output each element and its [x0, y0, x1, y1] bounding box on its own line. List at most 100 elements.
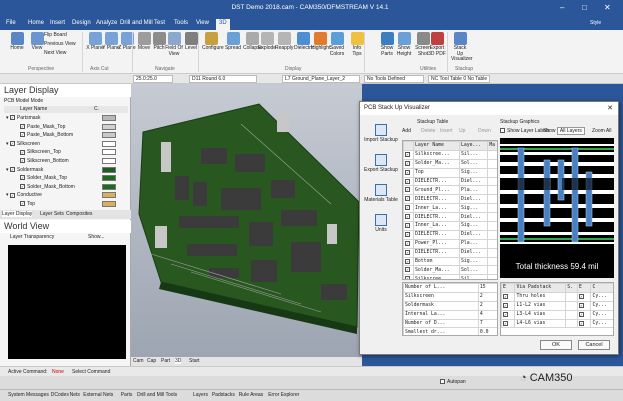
layer-color-swatch[interactable]: [102, 140, 116, 147]
layer-visibility-checkbox[interactable]: ✓: [9, 115, 15, 121]
show-label[interactable]: Show...: [88, 234, 104, 240]
layer-color-swatch[interactable]: [102, 183, 116, 190]
layer-color-swatch[interactable]: [102, 132, 116, 139]
row-checkbox-cell[interactable]: ✓: [403, 247, 414, 258]
tab-layer-display[interactable]: Layer Display: [2, 211, 33, 217]
maximize-icon[interactable]: □: [582, 3, 587, 12]
tab-layer-sets[interactable]: Layer Sets: [40, 211, 64, 217]
down-layer-button[interactable]: Down: [478, 128, 491, 134]
layer-row[interactable]: ✓ Solder_Mask_Top: [4, 174, 128, 182]
import-stackup-button[interactable]: Import Stackup: [364, 124, 398, 144]
menu-design[interactable]: Design: [72, 20, 91, 26]
via-row[interactable]: ✓ L1-L2 vias ✓ Cy...: [501, 300, 613, 311]
menu-home[interactable]: Home: [28, 20, 44, 26]
via-e-checkbox[interactable]: ✓: [579, 320, 585, 326]
menu-file[interactable]: File: [6, 20, 16, 26]
bottom-tab-external-nets[interactable]: External Nets: [83, 392, 113, 398]
table-row[interactable]: ✓ Ground_Pl... Pla...: [403, 185, 497, 196]
menu-view[interactable]: View: [196, 20, 209, 26]
canvas-tab-cam[interactable]: Cam: [133, 358, 144, 364]
explode-button[interactable]: Explode: [258, 32, 276, 52]
configure-button[interactable]: Configure: [202, 32, 224, 52]
table-row[interactable]: ✓ Silkscree... Sil...: [403, 149, 497, 160]
layer-row[interactable]: ▾ ✓ Silkscreen: [4, 140, 128, 148]
via-enable-checkbox[interactable]: ✓: [503, 311, 508, 317]
ribbon-next-view[interactable]: Next View: [44, 50, 66, 56]
show-select[interactable]: Show All Layers: [543, 127, 585, 135]
bottom-tab-dcodes[interactable]: DCodes: [51, 392, 69, 398]
table-row[interactable]: ✓ DIELECTR... Diel...: [403, 176, 497, 187]
row-checkbox[interactable]: ✓: [405, 249, 410, 255]
row-checkbox[interactable]: ✓: [405, 151, 410, 157]
row-checkbox-cell[interactable]: ✓: [403, 167, 414, 178]
up-layer-button[interactable]: Up: [459, 128, 465, 134]
layer-color-swatch[interactable]: [102, 158, 116, 164]
table-row[interactable]: ✓ DIELECTR... Diel...: [403, 194, 497, 205]
via-e-cell[interactable]: ✓: [576, 309, 592, 320]
row-checkbox-cell[interactable]: ✓: [403, 194, 414, 205]
layer-color-swatch[interactable]: [102, 123, 116, 130]
row-checkbox-cell[interactable]: ✓: [403, 265, 414, 276]
via-enable-checkbox[interactable]: ✓: [503, 302, 508, 308]
row-checkbox[interactable]: ✓: [405, 240, 410, 246]
row-checkbox-cell[interactable]: ✓: [403, 238, 414, 249]
materials-table-button[interactable]: Materials Table: [364, 184, 398, 204]
layer-row[interactable]: ▾ ✓ Partsmask: [4, 114, 128, 122]
layer-visibility-checkbox[interactable]: ✓: [20, 132, 25, 138]
layer-visibility-checkbox[interactable]: ✓: [20, 158, 25, 164]
reapply-button[interactable]: Reapply: [275, 32, 293, 52]
row-checkbox-cell[interactable]: ✓: [403, 158, 414, 169]
bottom-tab-parts[interactable]: Parts: [121, 392, 133, 398]
table-row[interactable]: ✓ Solder_Ma... Sol...: [403, 158, 497, 169]
menu-analyze[interactable]: Analyze: [96, 20, 117, 26]
table-row[interactable]: ✓ Power_Pl... Pla...: [403, 238, 497, 249]
tab-composites[interactable]: Composites: [66, 211, 92, 217]
bottom-tab-error-explorer[interactable]: Error Explorer: [268, 392, 299, 398]
layer-row[interactable]: ▾ ✓ Conductive: [4, 191, 128, 199]
ribbon-previous-view[interactable]: Previous View: [44, 41, 76, 47]
layer-row[interactable]: ✓ Top: [4, 200, 128, 208]
table-row[interactable]: ✓ DIELECTR... Diel...: [403, 212, 497, 223]
bottom-tab-padstacks[interactable]: Padstacks: [212, 392, 235, 398]
table-row[interactable]: ✓ Bottom Sig...: [403, 256, 497, 267]
layer-color-swatch[interactable]: [102, 192, 116, 199]
export-3d-pdf-button[interactable]: Export 3D PDF: [428, 32, 446, 57]
layer-select[interactable]: L7 Ground_Plane_Layer_2: [282, 75, 360, 83]
layer-row[interactable]: ▾ ✓ Soldermask: [4, 166, 128, 174]
insert-layer-button[interactable]: Insert: [440, 128, 453, 134]
menu-insert[interactable]: Insert: [50, 20, 65, 26]
menu-tools[interactable]: Tools: [174, 20, 188, 26]
layer-color-swatch[interactable]: [102, 175, 116, 182]
highlight-button[interactable]: Highlight: [311, 32, 330, 52]
bottom-tab-drill-and-mill-tools[interactable]: Drill and Mill Tools: [137, 392, 177, 398]
row-checkbox[interactable]: ✓: [405, 160, 410, 166]
layer-row[interactable]: ✓ Silkscreen_Bottom: [4, 157, 128, 165]
via-e-cell[interactable]: ✓: [576, 300, 592, 311]
autopan-toggle[interactable]: Autopan: [440, 379, 466, 385]
bottom-tab-nets[interactable]: Nets: [70, 392, 80, 398]
layer-visibility-checkbox[interactable]: ✓: [20, 123, 25, 129]
row-checkbox[interactable]: ✓: [405, 196, 410, 202]
via-enable-cell[interactable]: ✓: [501, 300, 516, 311]
table-row[interactable]: ✓ Silkscree... Sil...: [403, 274, 497, 279]
zoom-all-button[interactable]: Zoom All: [592, 128, 611, 134]
via-enable-cell[interactable]: ✓: [501, 309, 516, 320]
via-enable-checkbox[interactable]: ✓: [503, 320, 508, 326]
cancel-button[interactable]: Cancel: [578, 340, 610, 350]
ok-button[interactable]: OK: [540, 340, 572, 350]
menu-test[interactable]: Test: [154, 20, 165, 26]
row-checkbox-cell[interactable]: ✓: [403, 203, 414, 214]
row-checkbox-cell[interactable]: ✓: [403, 212, 414, 223]
row-checkbox-cell[interactable]: ✓: [403, 229, 414, 240]
row-checkbox[interactable]: ✓: [405, 222, 410, 228]
stack-up-visualizer-button[interactable]: Stack Up Visualizer: [451, 32, 473, 63]
row-checkbox-cell[interactable]: ✓: [403, 274, 414, 279]
layer-color-swatch[interactable]: [102, 201, 116, 207]
layer-row[interactable]: ✓ Solder_Mask_Bottom: [4, 183, 128, 191]
layer-visibility-checkbox[interactable]: ✓: [20, 183, 25, 189]
z-plane-button[interactable]: Z Plane: [118, 32, 136, 52]
layer-color-swatch[interactable]: [102, 149, 116, 156]
via-e-cell[interactable]: ✓: [576, 291, 592, 302]
via-e-checkbox[interactable]: ✓: [579, 293, 585, 299]
tools-select[interactable]: No Tools Defined: [364, 75, 424, 83]
